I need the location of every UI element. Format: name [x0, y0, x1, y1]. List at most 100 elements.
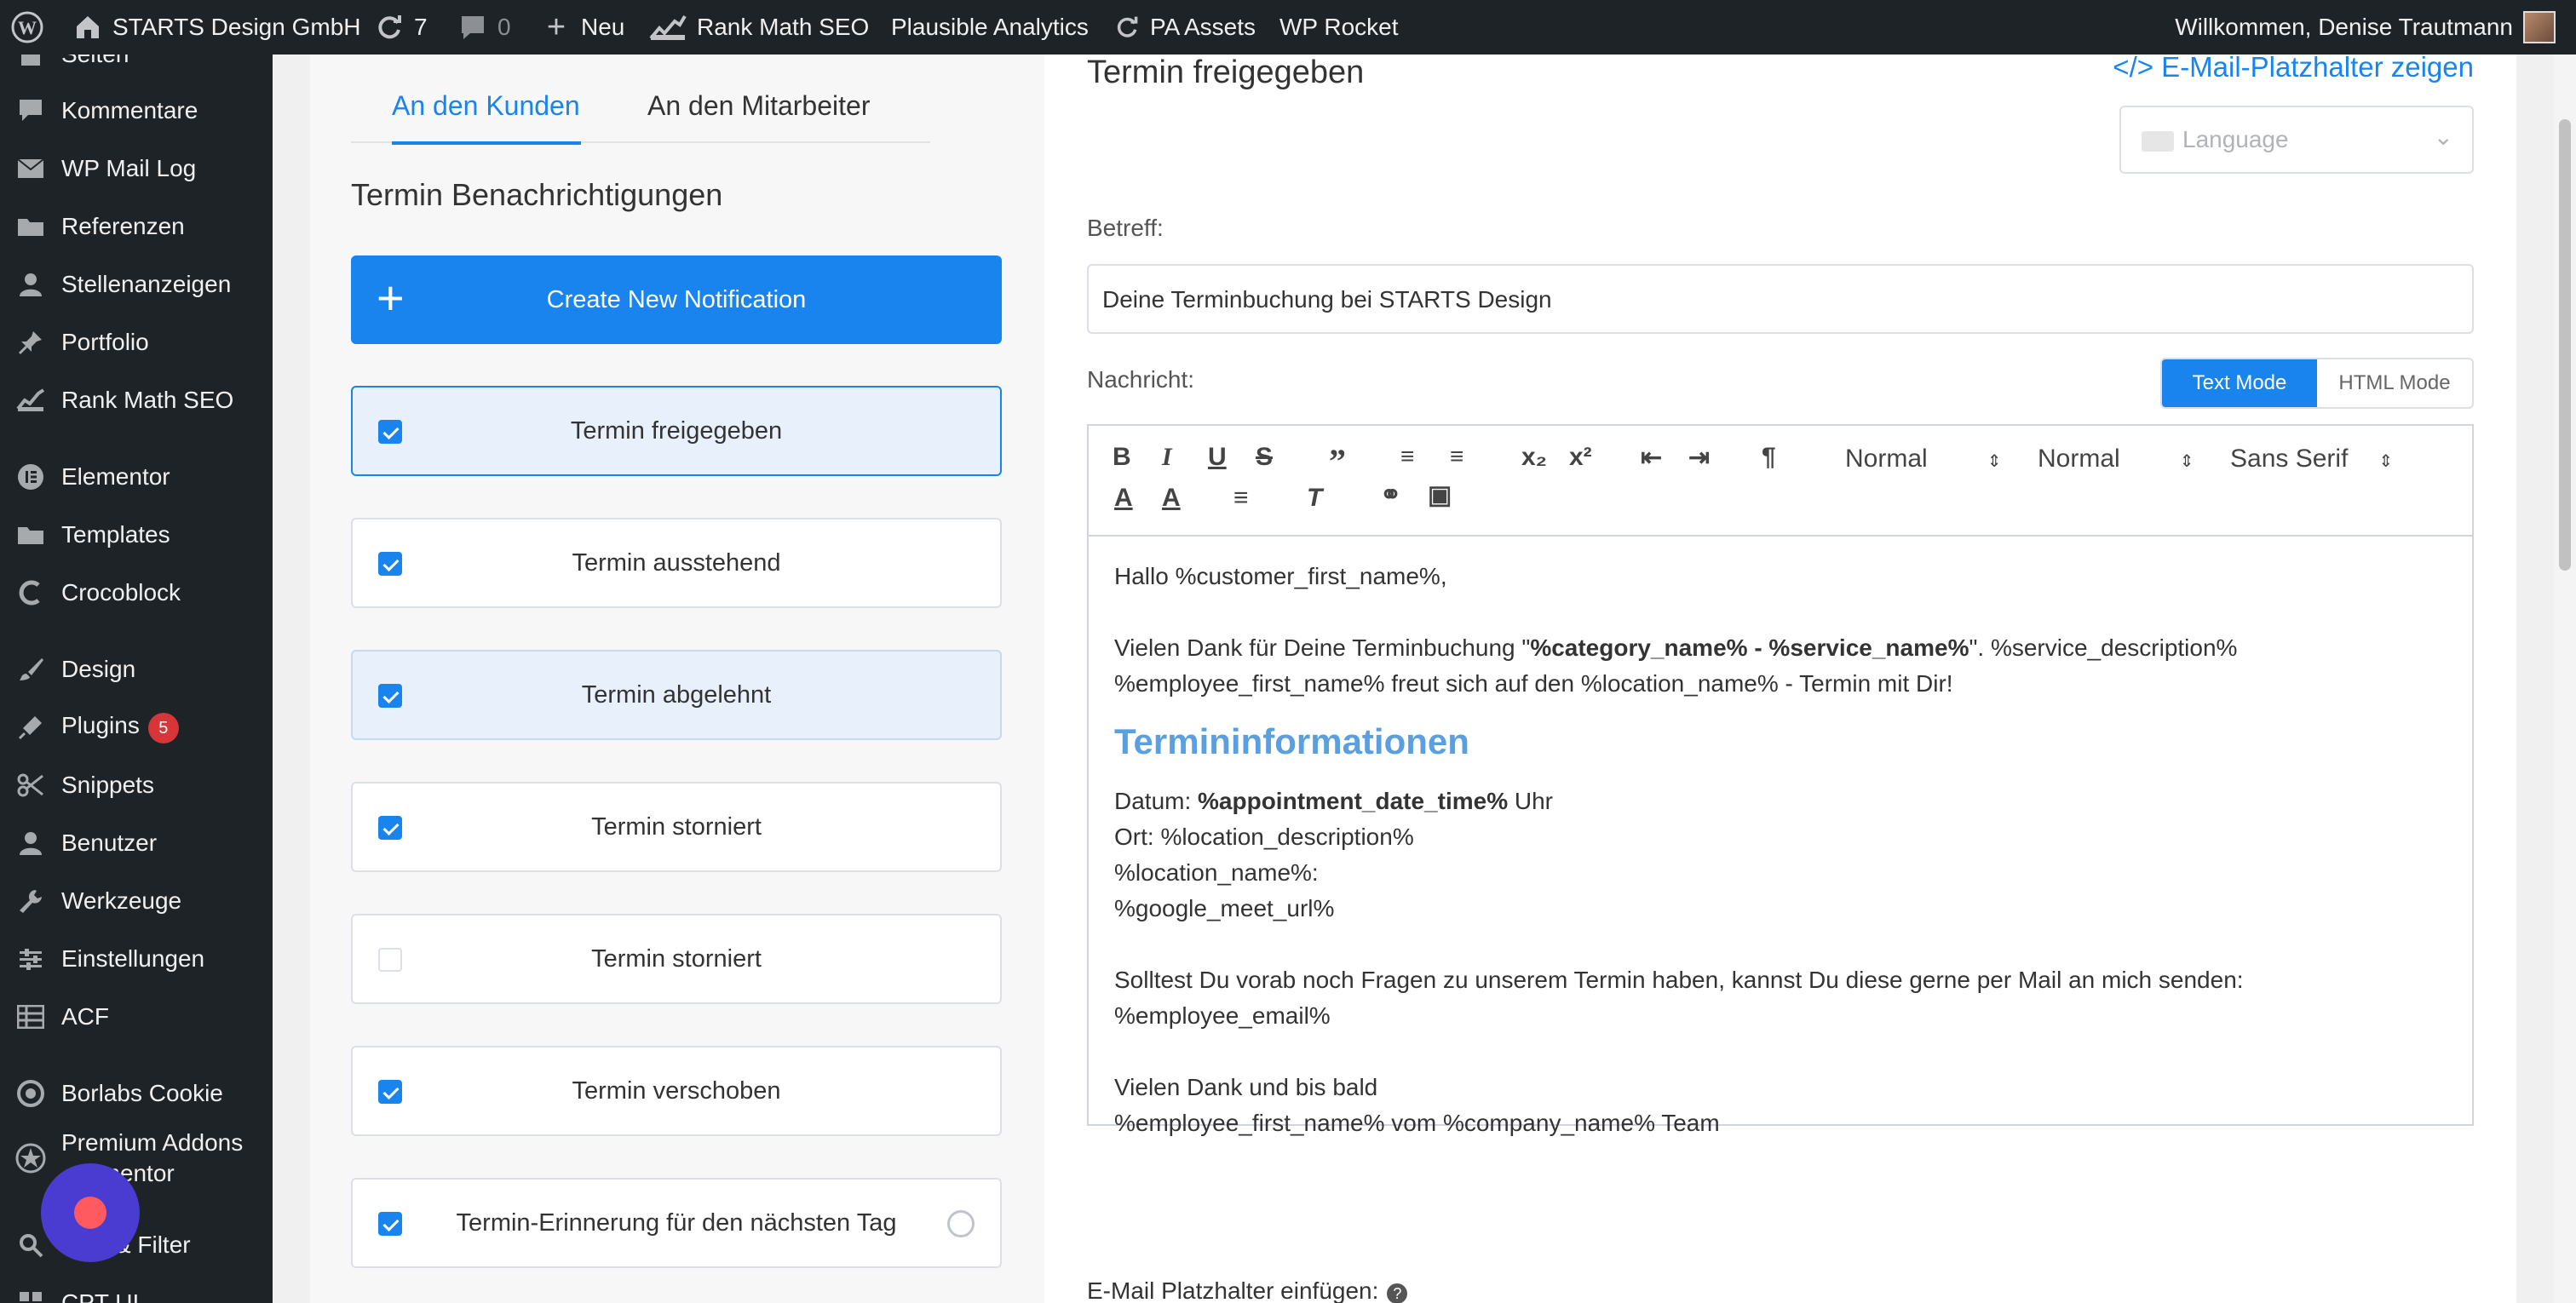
plausible-link[interactable]: Plausible Analytics — [891, 0, 1089, 55]
outdent-icon[interactable]: ⇤ — [1641, 443, 1662, 473]
scrollbar[interactable] — [2554, 55, 2576, 1303]
message-label: Nachricht: — [1087, 366, 1195, 393]
notification-checkbox[interactable] — [378, 1080, 402, 1104]
header-select[interactable]: Normal ⇕ — [1845, 445, 2001, 474]
bold-icon[interactable]: B — [1113, 443, 1131, 472]
html-mode-button[interactable]: HTML Mode — [2317, 359, 2472, 407]
create-notification-button[interactable]: + Create New Notification — [351, 255, 1002, 344]
updates-link[interactable]: 7 — [375, 0, 428, 55]
notification-checkbox[interactable] — [378, 816, 402, 840]
crocoblock-icon — [15, 577, 46, 608]
sidebar-item-werkzeuge[interactable]: Werkzeuge — [0, 874, 273, 928]
location-line: Ort: %location_description% — [1114, 824, 1414, 850]
notification-label: Termin storniert — [591, 944, 762, 973]
notification-checkbox[interactable] — [378, 1212, 402, 1236]
blockquote-icon[interactable]: ” — [1329, 441, 1346, 481]
record-button[interactable] — [41, 1163, 140, 1262]
underline-icon[interactable]: U — [1208, 443, 1227, 472]
notification-item[interactable]: Termin-Erinnerung für den nächsten Tag — [351, 1178, 1002, 1268]
rank-math-link[interactable]: Rank Math SEO — [649, 0, 869, 55]
info-heading: Termininformationen — [1114, 721, 1469, 761]
sidebar-item-premium-addons[interactable]: Premium Addons ementor — [0, 1124, 273, 1192]
plausible-label: Plausible Analytics — [891, 14, 1089, 40]
image-icon[interactable]: ▣ — [1428, 480, 1452, 510]
size-select[interactable]: Normal ⇕ — [2038, 445, 2194, 474]
sidebar-item-einstellungen[interactable]: Einstellungen — [0, 932, 273, 986]
notification-item[interactable]: Termin freigegeben — [351, 386, 1002, 476]
text-direction-icon[interactable]: ¶ — [1762, 443, 1776, 472]
subscript-icon[interactable]: x₂ — [1521, 443, 1547, 472]
language-select[interactable]: Language ⌄ — [2119, 106, 2474, 174]
text-mode-button[interactable]: Text Mode — [2162, 359, 2317, 407]
wp-rocket-link[interactable]: WP Rocket — [1279, 0, 1399, 55]
sidebar-item-portfolio[interactable]: Portfolio — [0, 315, 273, 370]
sidebar-item-templates[interactable]: Templates — [0, 508, 273, 562]
site-name-link[interactable]: STARTS Design GmbH — [73, 0, 360, 55]
editor-toolbar: B I U S ” ≡ ≡ x₂ x² ⇤ ⇥ ¶ Normal ⇕ Normal… — [1089, 426, 2472, 537]
notification-item[interactable]: Termin ausstehend — [351, 518, 1002, 608]
help-icon[interactable]: ? — [1387, 1283, 1408, 1303]
page-gutter — [2516, 55, 2554, 1303]
sidebar-item-kommentare[interactable]: Kommentare — [0, 83, 273, 138]
account-menu[interactable]: Willkommen, Denise Trautmann — [2175, 0, 2556, 55]
thanks-suffix: ". %service_description% — [1969, 634, 2238, 661]
mail-icon — [15, 153, 46, 184]
comments-link[interactable]: 0 — [458, 0, 511, 55]
background-color-icon[interactable]: A — [1162, 484, 1181, 513]
show-placeholders-link[interactable]: </> E-Mail-Platzhalter zeigen — [2113, 51, 2474, 83]
indent-icon[interactable]: ⇥ — [1688, 443, 1710, 473]
sidebar-item-rank-math[interactable]: Rank Math SEO — [0, 373, 273, 428]
italic-icon[interactable]: I — [1162, 443, 1172, 472]
sidebar-item-wp-mail-log[interactable]: WP Mail Log — [0, 141, 273, 196]
ordered-list-icon[interactable]: ≡ — [1400, 443, 1414, 470]
chevron-down-icon: ⌄ — [2433, 123, 2453, 150]
new-content-link[interactable]: + Neu — [542, 0, 624, 55]
notification-item[interactable]: Termin storniert — [351, 914, 1002, 1004]
tab-customer[interactable]: An den Kunden — [392, 90, 580, 122]
thanks-service: %category_name% - %service_name% — [1530, 634, 1969, 661]
sidebar-item-snippets[interactable]: Snippets — [0, 758, 273, 812]
sidebar-item-label: Plugins — [61, 711, 140, 738]
sidebar-item-acf[interactable]: ACF — [0, 990, 273, 1044]
notification-item[interactable]: Termin abgelehnt — [351, 650, 1002, 740]
notification-checkbox[interactable] — [378, 684, 402, 708]
settings-icon — [15, 944, 46, 974]
sidebar-item-elementor[interactable]: Elementor — [0, 450, 273, 504]
message-body[interactable]: Hallo %customer_first_name%, Vielen Dank… — [1114, 559, 2443, 1141]
notification-checkbox[interactable] — [378, 552, 402, 576]
notification-item[interactable]: Termin storniert — [351, 782, 1002, 872]
avatar — [2523, 11, 2556, 43]
align-icon[interactable]: ≡ — [1233, 484, 1249, 513]
clear-format-icon[interactable]: T — [1307, 484, 1322, 513]
sidebar-item-borlabs-cookie[interactable]: Borlabs Cookie — [0, 1066, 273, 1121]
link-icon[interactable]: ⚭ — [1380, 480, 1401, 510]
sidebar-item-seiten[interactable]: Seiten — [0, 55, 273, 82]
record-icon — [74, 1197, 106, 1229]
sidebar-item-design[interactable]: Design — [0, 642, 273, 697]
wordpress-logo-icon[interactable]: W — [10, 0, 44, 55]
font-select[interactable]: Sans Serif ⇕ — [2230, 445, 2393, 474]
sidebar-item-referenzen[interactable]: Referenzen — [0, 199, 273, 254]
pa-assets-link[interactable]: PA Assets — [1114, 0, 1256, 55]
plus-icon: + — [377, 271, 405, 324]
sidebar-item-crocoblock[interactable]: Crocoblock — [0, 565, 273, 620]
admin-sidebar: Seiten Kommentare WP Mail Log Referenzen… — [0, 55, 273, 1303]
text-color-icon[interactable]: A — [1114, 484, 1133, 513]
pa-assets-label: PA Assets — [1150, 14, 1256, 40]
subject-input[interactable]: Deine Terminbuchung bei STARTS Design — [1087, 264, 2474, 334]
sidebar-item-cpt-ui[interactable]: CPT UI — [0, 1276, 273, 1303]
plus-icon: + — [546, 9, 566, 45]
scrollbar-thumb[interactable] — [2559, 119, 2571, 571]
notification-checkbox[interactable] — [378, 948, 402, 972]
bullet-list-icon[interactable]: ≡ — [1450, 443, 1463, 470]
brush-icon — [15, 654, 46, 685]
superscript-icon[interactable]: x² — [1569, 443, 1592, 472]
sidebar-item-benutzer[interactable]: Benutzer — [0, 816, 273, 870]
strikethrough-icon[interactable]: S — [1256, 443, 1273, 472]
sidebar-item-plugins[interactable]: Plugins 5 — [0, 700, 273, 755]
notification-checkbox[interactable] — [378, 420, 402, 444]
sidebar-item-stellenanzeigen[interactable]: Stellenanzeigen — [0, 257, 273, 312]
grid-icon — [15, 1288, 46, 1303]
notification-item[interactable]: Termin verschoben — [351, 1046, 1002, 1136]
tab-employee[interactable]: An den Mitarbeiter — [647, 90, 870, 122]
